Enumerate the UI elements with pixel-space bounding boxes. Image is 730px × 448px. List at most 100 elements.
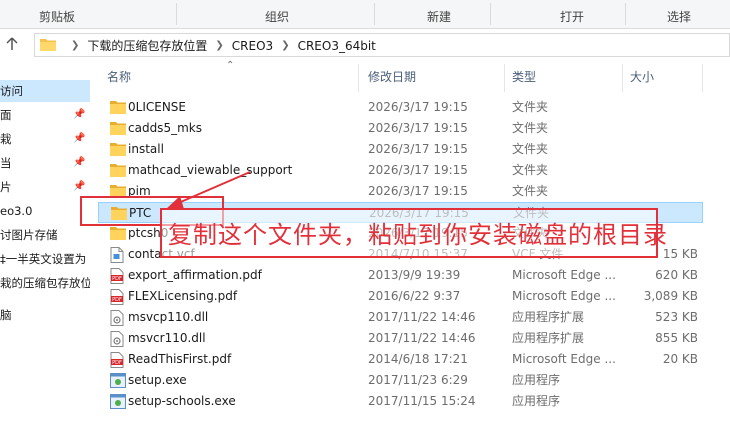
- file-date: 2017/11/22 14:46: [368, 331, 476, 345]
- nav-item-quick-access[interactable]: 访问: [0, 80, 90, 102]
- file-type: 文件夹: [512, 100, 549, 114]
- nav-item[interactable]: 栽 📌: [0, 128, 90, 150]
- ribbon-group-organize[interactable]: 组织: [265, 8, 289, 25]
- ribbon-divider: [374, 3, 375, 25]
- nav-item[interactable]: 讨图片存储: [0, 224, 58, 246]
- svg-text:PDF: PDF: [112, 360, 122, 366]
- pin-icon: 📌: [73, 157, 86, 168]
- file-row[interactable]: PDF FLEXLicensing.pdf 2016/6/22 9:37 Micros…: [98, 286, 706, 307]
- file-name: setup.exe: [128, 373, 187, 387]
- file-row[interactable]: PDF ReadThisFirst.pdf 2014/6/18 17:21 Micro…: [98, 349, 706, 370]
- file-name: msvcr110.dll: [128, 331, 206, 345]
- chevron-right-icon[interactable]: ❯: [215, 40, 223, 51]
- folder-icon: [110, 121, 126, 136]
- nav-item[interactable]: 片 📌: [0, 176, 90, 198]
- file-icon: [110, 247, 126, 263]
- nav-item[interactable]: 面 📌: [0, 104, 90, 126]
- breadcrumb-item[interactable]: CREO3: [232, 39, 273, 53]
- file-name: install: [128, 142, 164, 156]
- column-divider[interactable]: [622, 64, 623, 92]
- pdf-icon: PDF: [110, 268, 126, 284]
- file-row[interactable]: cadds5_mks 2026/3/17 19:15 文件夹: [98, 118, 706, 139]
- svg-text:PDF: PDF: [112, 276, 122, 282]
- file-row[interactable]: PDF export_affirmation.pdf 2013/9/9 19:39 M…: [98, 265, 706, 286]
- nav-item-label: 当: [0, 156, 12, 170]
- file-size: 20 KB: [662, 352, 698, 366]
- file-size: 620 KB: [655, 268, 698, 282]
- ribbon-group-select[interactable]: 选择: [667, 8, 691, 25]
- pdf-icon: PDF: [110, 352, 126, 368]
- file-date: 2016/6/22 9:37: [368, 289, 461, 303]
- ribbon-divider: [176, 3, 177, 25]
- nav-item-label: 片: [0, 180, 12, 194]
- navigation-pane: 访问 面 📌 栽 📌 当 📌 片 📌 eo3.0 讨图片存储 ‡一半英文设置为 栽的压缩…: [0, 60, 90, 448]
- chevron-right-icon[interactable]: ❯: [71, 40, 79, 51]
- up-arrow-icon[interactable]: [4, 36, 24, 52]
- file-type: Microsoft Edge ...: [512, 268, 616, 282]
- file-row[interactable]: setup.exe 2017/11/23 6:29 应用程序: [98, 370, 706, 391]
- address-bar: ❯ 下载的压缩包存放位置 ❯ CREO3 ❯ CREO3_64bit: [0, 30, 730, 58]
- breadcrumb-item[interactable]: CREO3_64bit: [298, 39, 376, 53]
- exe-icon: [110, 373, 126, 388]
- file-row[interactable]: msvcr110.dll 2017/11/22 14:46 应用程序扩展 855 KB: [98, 328, 706, 349]
- file-date: 2026/3/17 19:15: [368, 184, 468, 198]
- nav-item[interactable]: 栽的压缩包存放位: [0, 272, 90, 294]
- file-name: FLEXLicensing.pdf: [128, 289, 238, 303]
- file-type: Microsoft Edge ...: [512, 289, 616, 303]
- folder-icon: [110, 226, 126, 241]
- exe-icon: [110, 394, 126, 409]
- pdf-icon: PDF: [110, 289, 126, 305]
- ribbon-group-new[interactable]: 新建: [427, 8, 451, 25]
- sort-up-icon: ⌃: [226, 60, 235, 71]
- file-name: ReadThisFirst.pdf: [128, 352, 232, 366]
- file-type: 文件夹: [512, 184, 549, 198]
- column-divider[interactable]: [358, 64, 359, 92]
- file-size: 855 KB: [655, 331, 698, 345]
- svg-text:PDF: PDF: [112, 297, 122, 303]
- dll-icon: [110, 310, 126, 326]
- column-header-name[interactable]: 名称: [107, 60, 131, 94]
- chevron-right-icon[interactable]: ❯: [281, 40, 289, 51]
- file-name: cadds5_mks: [128, 121, 202, 135]
- file-type: 应用程序扩展: [512, 310, 585, 324]
- file-type: 文件夹: [512, 121, 549, 135]
- file-type: 应用程序: [512, 373, 561, 387]
- file-row[interactable]: 0LICENSE 2026/3/17 19:15 文件夹: [98, 97, 706, 118]
- file-type: 文件夹: [512, 142, 549, 156]
- file-date: 2017/11/15 15:24: [368, 394, 476, 408]
- file-row[interactable]: setup-schools.exe 2017/11/15 15:24 应用程序: [98, 391, 706, 412]
- nav-item-this-pc[interactable]: 脑: [0, 304, 12, 326]
- folder-icon: [40, 37, 56, 54]
- file-date: 2017/11/23 6:29: [368, 373, 468, 387]
- folder-icon: [110, 142, 126, 157]
- column-divider[interactable]: [702, 64, 703, 92]
- file-size: 3,089 KB: [643, 289, 698, 303]
- file-name: 0LICENSE: [128, 100, 186, 114]
- column-header-size[interactable]: 大小: [630, 60, 654, 94]
- nav-item-label: 面: [0, 108, 12, 122]
- ribbon-group-open[interactable]: 打开: [560, 8, 584, 25]
- file-type: Microsoft Edge ...: [512, 352, 616, 366]
- nav-item[interactable]: eo3.0: [0, 200, 32, 222]
- file-row[interactable]: install 2026/3/17 19:15 文件夹: [98, 139, 706, 160]
- column-divider[interactable]: [504, 64, 505, 92]
- file-name: mathcad_viewable_support: [128, 163, 293, 177]
- address-box[interactable]: ❯ 下载的压缩包存放位置 ❯ CREO3 ❯ CREO3_64bit: [34, 33, 730, 57]
- nav-item-label: eo3.0: [0, 204, 33, 218]
- nav-item-label: 访问: [0, 84, 23, 98]
- folder-icon: [110, 163, 126, 178]
- file-type: 应用程序扩展: [512, 331, 585, 345]
- column-header-date[interactable]: 修改日期: [368, 60, 416, 94]
- pin-icon: 📌: [73, 133, 86, 144]
- nav-item[interactable]: 当 📌: [0, 152, 90, 174]
- column-header-type[interactable]: 类型: [512, 60, 536, 94]
- nav-item[interactable]: ‡一半英文设置为: [0, 248, 86, 270]
- file-date: 2026/3/17 19:15: [368, 163, 468, 177]
- file-row[interactable]: msvcp110.dll 2017/11/22 14:46 应用程序扩展 523 KB: [98, 307, 706, 328]
- ribbon-group-clipboard[interactable]: 剪贴板: [39, 8, 75, 25]
- file-type: 文件夹: [512, 163, 549, 177]
- file-row[interactable]: mathcad_viewable_support 2026/3/17 19:15 文…: [98, 160, 706, 181]
- nav-item-label: 讨图片存储: [0, 228, 58, 242]
- breadcrumb-item[interactable]: 下载的压缩包存放位置: [87, 37, 207, 54]
- ribbon: 剪贴板 组织 新建 打开 选择: [0, 0, 730, 29]
